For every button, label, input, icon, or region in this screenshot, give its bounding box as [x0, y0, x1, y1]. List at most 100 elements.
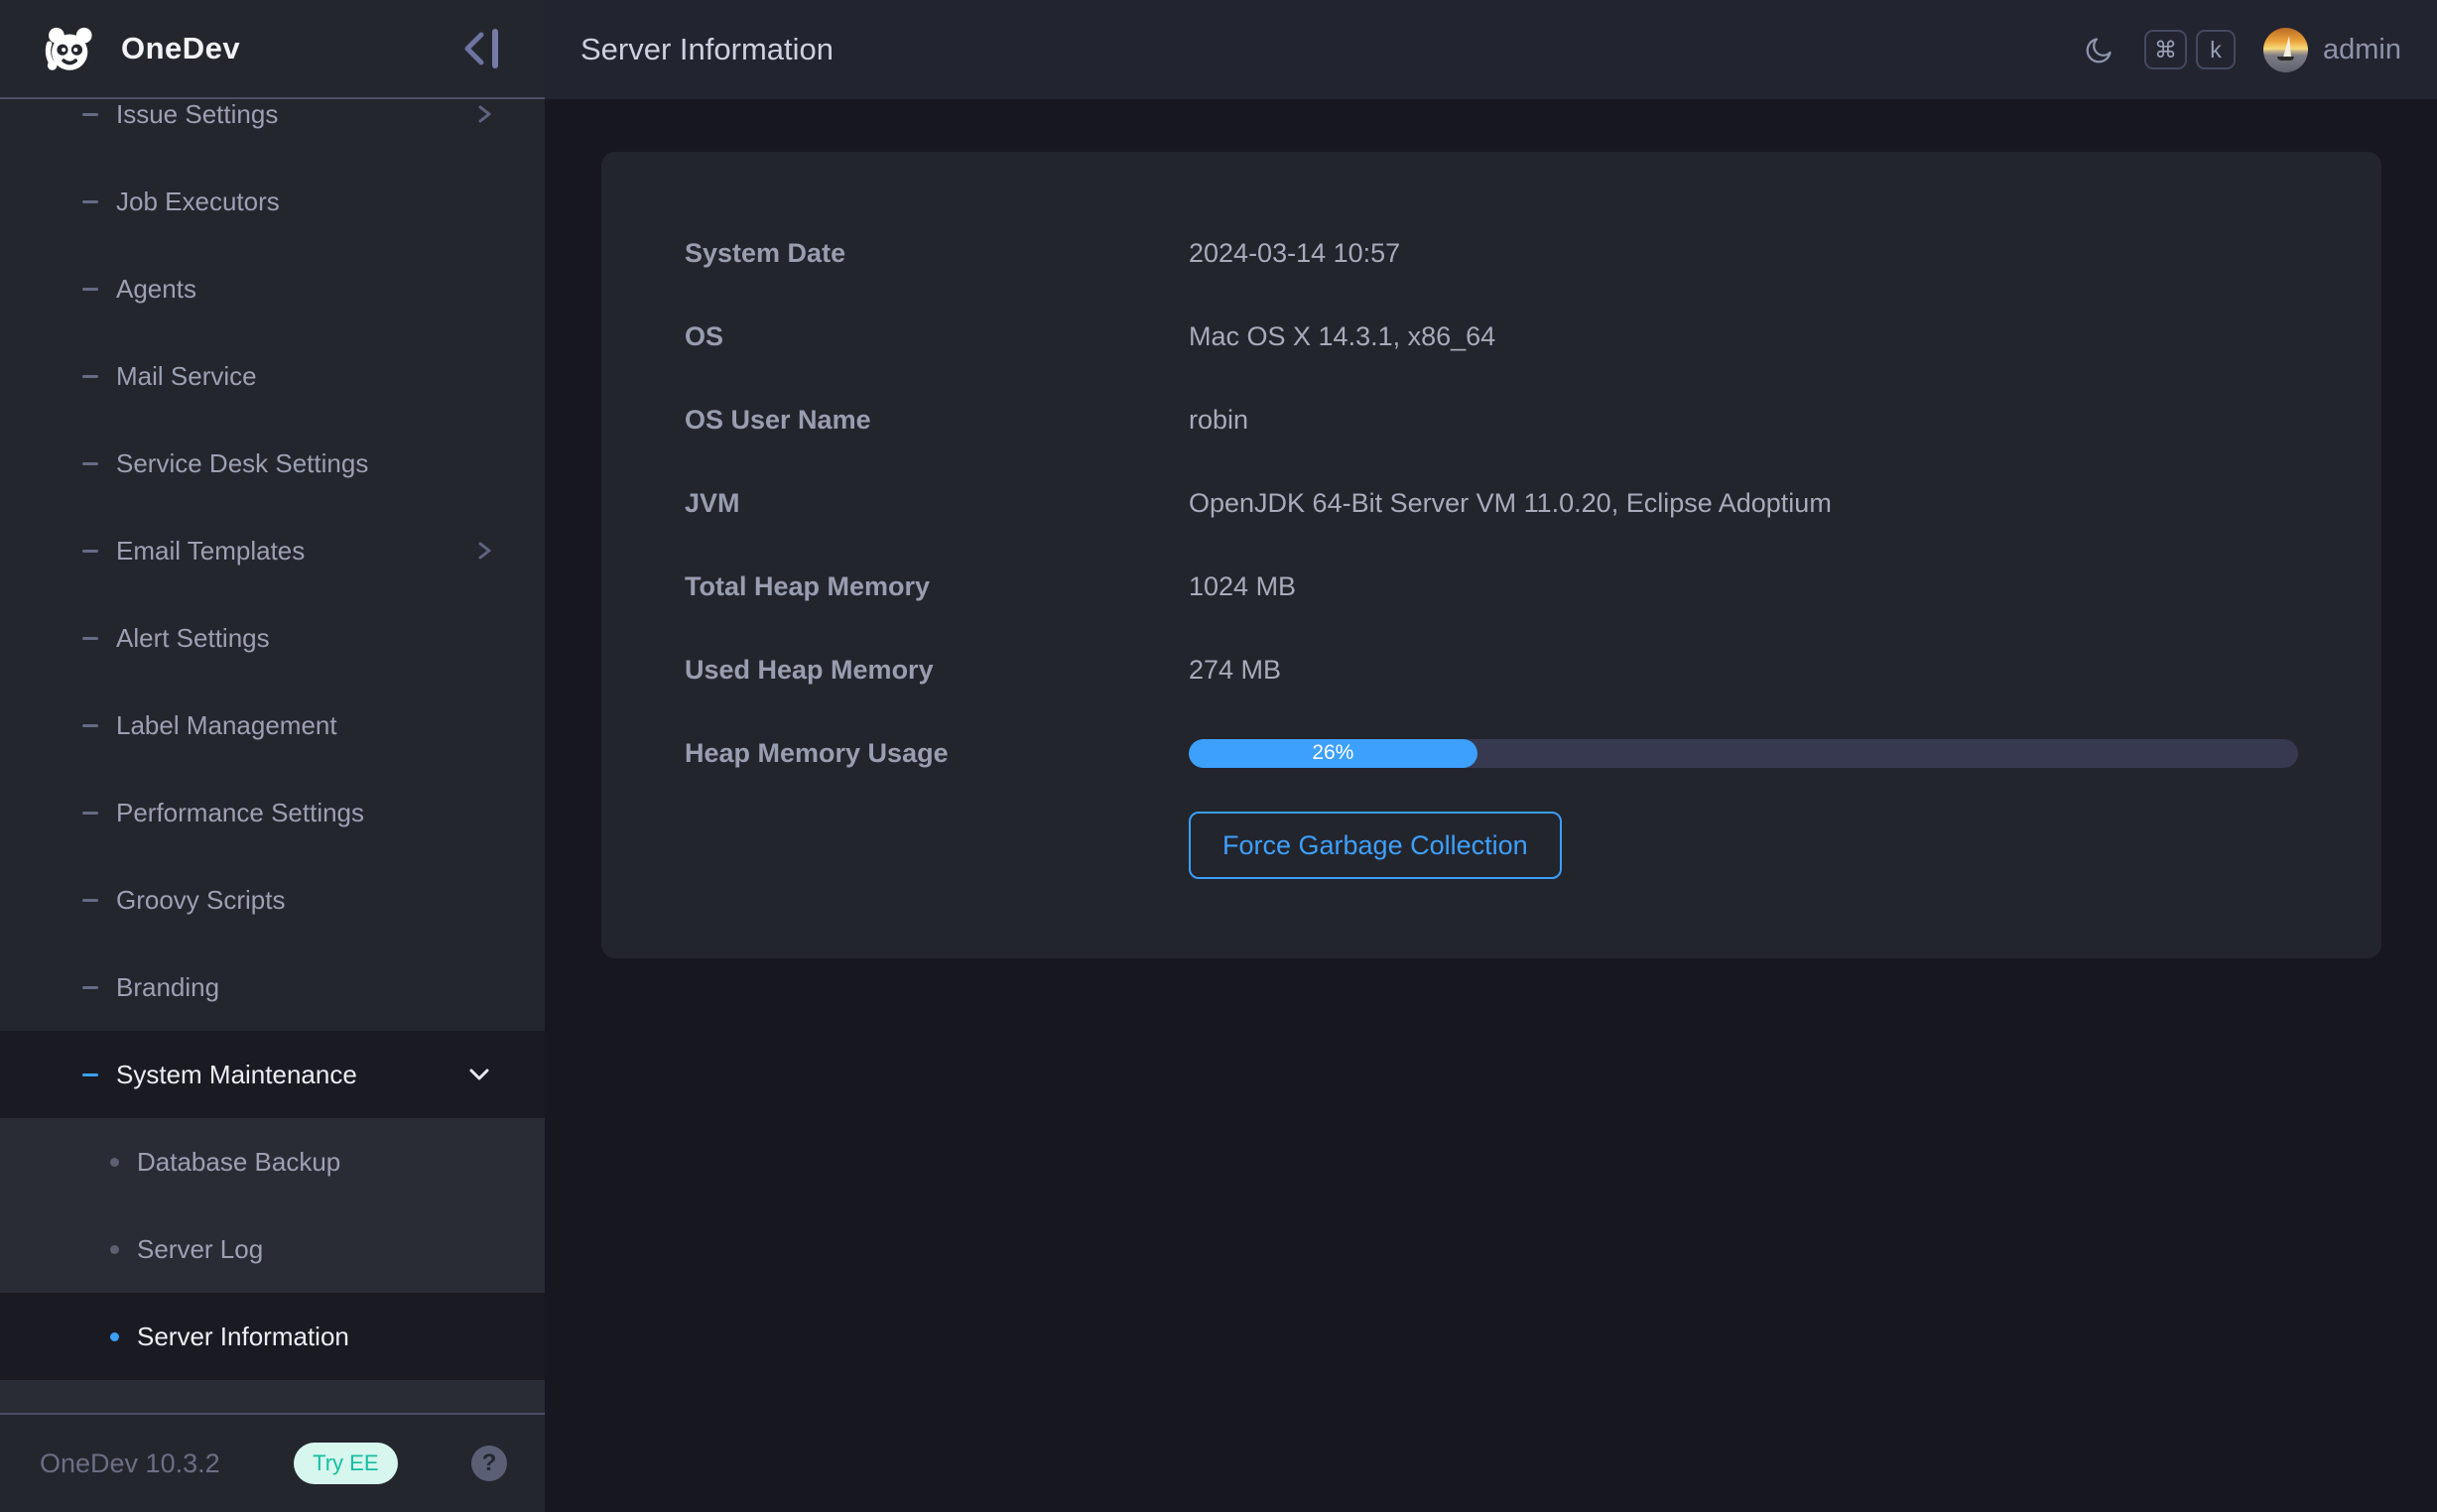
sidebar-item-server-log[interactable]: Server Log — [0, 1205, 545, 1293]
sidebar-item-label: Agents — [116, 274, 196, 305]
heap-usage-percent: 26% — [1312, 741, 1353, 765]
bullet-dot-icon — [110, 1158, 119, 1167]
dash-icon — [82, 288, 98, 291]
sidebar-item-label: Groovy Scripts — [116, 885, 286, 916]
main-content: System Date 2024-03-14 10:57 OS Mac OS X… — [545, 99, 2437, 1512]
sidebar-item-performance-settings[interactable]: Performance Settings — [0, 769, 545, 856]
sidebar-item-server-information[interactable]: Server Information — [0, 1293, 545, 1380]
field-value: 2024-03-14 10:57 — [1189, 238, 1400, 269]
field-label: System Date — [685, 238, 1189, 269]
shortcut-k-key[interactable]: k — [2196, 30, 2236, 69]
user-menu[interactable]: admin — [2263, 28, 2401, 72]
sidebar-item-label: Email Templates — [116, 536, 305, 567]
sidebar-header: OneDev — [0, 0, 545, 99]
user-name: admin — [2323, 34, 2401, 66]
brand-name: OneDev — [121, 31, 240, 66]
server-info-card: System Date 2024-03-14 10:57 OS Mac OS X… — [601, 152, 2381, 958]
server-info-row: System Date 2024-03-14 10:57 — [601, 211, 2381, 295]
collapse-sidebar-button[interactable] — [459, 27, 505, 70]
server-info-row: Total Heap Memory 1024 MB — [601, 545, 2381, 628]
dash-icon — [82, 113, 98, 116]
dark-mode-toggle[interactable] — [2085, 35, 2115, 64]
sailboat-photo — [2283, 36, 2291, 58]
field-value: Mac OS X 14.3.1, x86_64 — [1189, 321, 1495, 352]
server-info-row: JVM OpenJDK 64-Bit Server VM 11.0.20, Ec… — [601, 461, 2381, 545]
server-info-rows: System Date 2024-03-14 10:57 OS Mac OS X… — [601, 211, 2381, 711]
chevron-down-icon — [465, 1066, 493, 1083]
chevron-right-icon — [476, 101, 493, 128]
question-mark-icon: ? — [482, 1449, 497, 1477]
bullet-dot-icon — [110, 1332, 119, 1341]
server-info-row: OS User Name robin — [601, 378, 2381, 461]
sidebar-item-job-executors[interactable]: Job Executors — [0, 158, 545, 245]
sidebar: OneDev Issue Settings Job Executors Agen… — [0, 0, 545, 1512]
sidebar-item-service-desk-settings[interactable]: Service Desk Settings — [0, 420, 545, 507]
sidebar-item-label: Performance Settings — [116, 798, 364, 828]
sidebar-item-branding[interactable]: Branding — [0, 944, 545, 1031]
avatar — [2263, 28, 2308, 72]
page-title: Server Information — [580, 32, 834, 67]
sidebar-item-label: Mail Service — [116, 361, 257, 392]
field-value: robin — [1189, 405, 1248, 436]
sidebar-item-system-maintenance[interactable]: System Maintenance — [0, 1031, 545, 1118]
field-value: OpenJDK 64-Bit Server VM 11.0.20, Eclips… — [1189, 488, 1832, 519]
onedev-logo-icon — [40, 20, 97, 77]
sidebar-item-label: Database Backup — [137, 1147, 340, 1178]
sidebar-item-database-backup[interactable]: Database Backup — [0, 1118, 545, 1205]
dash-icon — [82, 986, 98, 989]
sidebar-item-label: Service Desk Settings — [116, 448, 368, 479]
field-label: Heap Memory Usage — [685, 738, 1189, 769]
sidebar-item-label: Label Management — [116, 710, 337, 741]
dash-icon — [82, 724, 98, 727]
sidebar-menu-scroll: Issue Settings Job Executors Agents Mail… — [0, 101, 545, 1413]
sidebar-menu: Issue Settings Job Executors Agents Mail… — [0, 101, 545, 1413]
field-value: 1024 MB — [1189, 571, 1296, 602]
server-info-row: OS Mac OS X 14.3.1, x86_64 — [601, 295, 2381, 378]
field-label: Used Heap Memory — [685, 655, 1189, 686]
sidebar-item-label: Alert Settings — [116, 623, 270, 654]
version-text: OneDev 10.3.2 — [40, 1449, 220, 1479]
sidebar-item-alert-settings[interactable]: Alert Settings — [0, 594, 545, 682]
gc-button-row: Force Garbage Collection — [601, 812, 2381, 879]
sidebar-item-agents[interactable]: Agents — [0, 245, 545, 332]
topbar-controls: ⌘ k admin — [2085, 28, 2401, 72]
field-value: 274 MB — [1189, 655, 1281, 686]
dash-icon — [82, 812, 98, 815]
onedev-app-window: OneDev Issue Settings Job Executors Agen… — [0, 0, 2437, 1512]
sidebar-item-mail-service[interactable]: Mail Service — [0, 332, 545, 420]
field-label: JVM — [685, 488, 1189, 519]
try-ee-badge[interactable]: Try EE — [294, 1443, 397, 1484]
heap-usage-row: Heap Memory Usage 26% — [601, 711, 2381, 795]
sidebar-item-subscription-management[interactable]: Subscription Management — [0, 1380, 545, 1413]
sidebar-item-label: Issue Settings — [116, 101, 278, 130]
dash-icon — [82, 637, 98, 640]
heap-usage-fill: 26% — [1189, 739, 1477, 768]
topbar: Server Information ⌘ k admin — [545, 0, 2437, 99]
sidebar-footer: OneDev 10.3.2 Try EE ? — [0, 1413, 545, 1512]
dash-icon — [82, 200, 98, 203]
sidebar-item-label: Job Executors — [116, 187, 280, 217]
chevron-right-icon — [476, 537, 493, 565]
sidebar-item-label: System Maintenance — [116, 1060, 357, 1090]
dash-icon — [82, 1073, 98, 1076]
dash-icon — [82, 899, 98, 902]
heap-usage-progressbar: 26% — [1189, 739, 2298, 768]
server-info-row: Used Heap Memory 274 MB — [601, 628, 2381, 711]
help-button[interactable]: ? — [471, 1446, 507, 1481]
sidebar-item-label: Server Log — [137, 1234, 263, 1265]
field-label: Total Heap Memory — [685, 571, 1189, 602]
dash-icon — [82, 550, 98, 553]
sidebar-item-label: Branding — [116, 972, 219, 1003]
sidebar-item-label-management[interactable]: Label Management — [0, 682, 545, 769]
sidebar-item-groovy-scripts[interactable]: Groovy Scripts — [0, 856, 545, 944]
system-maintenance-subpanel: Database Backup Server Log Server Inform… — [0, 1118, 545, 1413]
sidebar-item-label: Server Information — [137, 1322, 349, 1352]
sidebar-item-issue-settings[interactable]: Issue Settings — [0, 101, 545, 158]
sidebar-item-email-templates[interactable]: Email Templates — [0, 507, 545, 594]
dash-icon — [82, 375, 98, 378]
dash-icon — [82, 462, 98, 465]
collapse-sidebar-icon — [459, 27, 505, 70]
force-garbage-collection-button[interactable]: Force Garbage Collection — [1189, 812, 1562, 879]
shortcut-cmd-key[interactable]: ⌘ — [2144, 30, 2187, 69]
field-label: OS User Name — [685, 405, 1189, 436]
